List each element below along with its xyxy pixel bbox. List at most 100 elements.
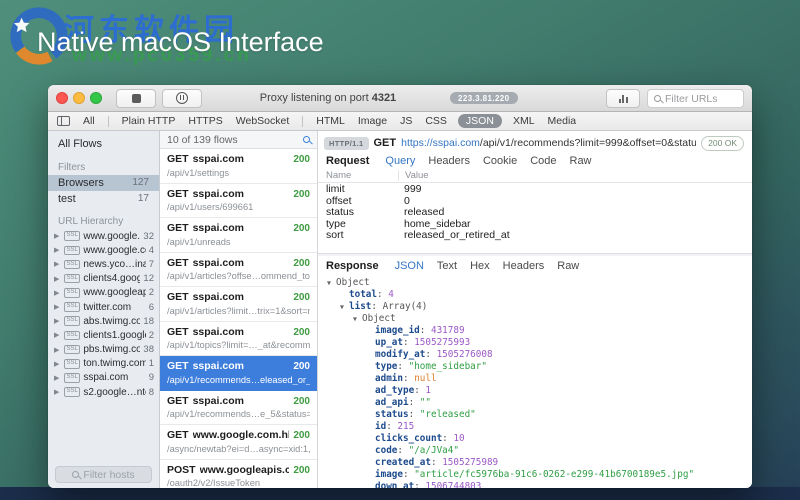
disclosure-triangle-icon[interactable]: ▶ [54, 360, 61, 368]
search-flows-icon[interactable] [303, 136, 310, 143]
sidebar-item-all-flows[interactable]: All Flows [48, 131, 159, 153]
json-value: 1505275993 [414, 336, 471, 348]
request-tab-query[interactable]: Query [385, 155, 415, 167]
sidebar-host-ton-twimg-com[interactable]: ▶ SSL ton.twimg.com 1 [48, 357, 159, 371]
disclosure-triangle-icon[interactable]: ▶ [54, 346, 61, 354]
json-value: "home_sidebar" [408, 360, 487, 372]
sidebar-host-abs-twimg-com[interactable]: ▶SSLabs.twimg.com18 [48, 314, 159, 328]
sidebar-host-www-google-com-hk[interactable]: ▶SSLwww.google.com.hk32 [48, 229, 159, 243]
response-tab-headers[interactable]: Headers [503, 260, 545, 272]
flow-row[interactable]: GET sspai.com 200/api/v1/recommends…e_5&st… [160, 391, 317, 425]
json-key: list [349, 300, 372, 312]
response-tab-hex[interactable]: Hex [470, 260, 490, 272]
sidebar-host-twitter-com[interactable]: ▶ SSL twitter.com 6 [48, 300, 159, 314]
disclosure-triangle-icon[interactable]: ▶ [54, 232, 61, 240]
response-tab-text[interactable]: Text [437, 260, 457, 272]
filter-tab-json[interactable]: JSON [457, 114, 502, 128]
json-colon: : [419, 324, 431, 336]
sidebar-filter-test[interactable]: test 17 [48, 191, 159, 207]
flow-row[interactable]: POSTwww.googleapis.com200/oauth2/v2/Issu… [160, 460, 317, 489]
sidebar-host-www-googleapis-com[interactable]: ▶SSLwww.googleapis.com2 [48, 286, 159, 300]
flow-row[interactable]: GET sspai.com 200/api/v1/articles?limit…tr… [160, 287, 317, 322]
param-value: released_or_retired_at [404, 230, 510, 241]
traffic-light-minimize[interactable] [73, 92, 85, 104]
disclosure-triangle-icon[interactable]: ▶ [54, 374, 61, 382]
expand-arrow-icon[interactable]: ▼ [327, 277, 336, 289]
status-code-badge: 200 OK [701, 135, 744, 151]
host-count: 7 [148, 258, 154, 270]
flow-row[interactable]: GET sspai.com 200/api/v1/users/699661 [160, 184, 317, 218]
expand-arrow-icon[interactable]: ▼ [340, 301, 349, 313]
filter-tab-https[interactable]: HTTPS [188, 115, 222, 127]
json-value: Array(4) [382, 300, 428, 312]
response-section-label[interactable]: Response [326, 260, 379, 272]
traffic-light-zoom[interactable] [90, 92, 102, 104]
sidebar-host-s2-google-ntent-com[interactable]: ▶SSLs2.google…ntent.com8 [48, 385, 159, 399]
ssl-badge: SSL [64, 344, 81, 355]
host-label: news.yco…inator.com [83, 258, 145, 270]
query-param-row[interactable]: offset 0 [318, 195, 752, 208]
json-node-type: Object [336, 276, 370, 288]
sidebar-host-clients1-google-com[interactable]: ▶SSLclients1.google.com2 [48, 328, 159, 342]
sidebar-host-www-google-com[interactable]: ▶SSLwww.google.com4 [48, 243, 159, 257]
filter-tab-image[interactable]: Image [358, 115, 387, 127]
flow-row[interactable]: GET sspai.com 200/api/v1/topics?limit=…_at… [160, 322, 317, 356]
sidebar-filter-browsers[interactable]: Browsers 127 [48, 175, 159, 191]
disclosure-triangle-icon[interactable]: ▶ [54, 246, 61, 254]
request-tab-raw[interactable]: Raw [570, 155, 592, 167]
response-tab-raw[interactable]: Raw [557, 260, 579, 272]
traffic-light-close[interactable] [56, 92, 68, 104]
disclosure-triangle-icon[interactable]: ▶ [54, 388, 61, 396]
json-key: ad_api [375, 396, 409, 408]
request-tab-cookie[interactable]: Cookie [483, 155, 517, 167]
disclosure-triangle-icon[interactable]: ▶ [54, 303, 61, 311]
response-tab-json[interactable]: JSON [395, 260, 424, 272]
filter-tab-html[interactable]: HTML [316, 115, 345, 127]
flow-row[interactable]: GET sspai.com 200/api/v1/unreads [160, 218, 317, 253]
sidebar-host-sspai-com[interactable]: ▶ SSL sspai.com 9 [48, 371, 159, 385]
flow-row[interactable]: GET sspai.com 200/api/v1/articles?offse…om… [160, 253, 317, 287]
pause-capture-button[interactable] [162, 88, 202, 108]
request-tab-headers[interactable]: Headers [428, 155, 470, 167]
flow-row[interactable]: GET sspai.com 200/api/v1/recommends…elease… [160, 356, 317, 391]
flow-method: GET [167, 325, 189, 338]
filter-tab-xml[interactable]: XML [513, 115, 535, 127]
filter-tab-plain-http[interactable]: Plain HTTP [122, 115, 176, 127]
query-table-rows: limit 999 offset 0 status released type home_si… [318, 183, 752, 242]
filter-tab-css[interactable]: CSS [425, 115, 447, 127]
disclosure-triangle-icon[interactable]: ▶ [54, 331, 61, 339]
filter-tab-js[interactable]: JS [400, 115, 412, 127]
sidebar-toggle-icon[interactable] [57, 116, 70, 126]
flow-row[interactable]: GET sspai.com 200/api/v1/settings [160, 149, 317, 184]
stop-capture-button[interactable] [116, 88, 156, 108]
column-header-name: Name [326, 170, 352, 181]
filter-tab-websocket[interactable]: WebSocket [236, 115, 290, 127]
filter-count: 127 [132, 177, 149, 188]
filter-tab-all[interactable]: All [83, 115, 95, 127]
url-hierarchy-list: ▶SSLwww.google.com.hk32▶SSLwww.google.co… [48, 229, 159, 399]
query-param-row[interactable]: status released [318, 206, 752, 219]
request-section-label[interactable]: Request [326, 155, 369, 167]
request-tab-code[interactable]: Code [530, 155, 556, 167]
filter-urls-input[interactable] [665, 92, 737, 105]
query-param-row[interactable]: limit 999 [318, 183, 752, 196]
json-colon: : [425, 348, 437, 360]
expand-arrow-icon[interactable]: ▼ [353, 313, 362, 325]
disclosure-triangle-icon[interactable]: ▶ [54, 275, 61, 283]
flow-path: /api/v1/recommends…eleased_or_retired_at [167, 374, 310, 385]
filter-tab-media[interactable]: Media [548, 115, 577, 127]
disclosure-triangle-icon[interactable]: ▶ [54, 317, 61, 325]
disclosure-triangle-icon[interactable]: ▶ [54, 260, 61, 268]
sidebar-host-clients4-google-com[interactable]: ▶SSLclients4.google.com12 [48, 272, 159, 286]
sidebar-host-news-yco-inator-com[interactable]: ▶SSLnews.yco…inator.com7 [48, 257, 159, 271]
json-colon: : [397, 360, 409, 372]
query-param-row[interactable]: sort released_or_retired_at [318, 229, 752, 242]
query-param-row[interactable]: type home_sidebar [318, 218, 752, 231]
flow-row[interactable]: GET www.google.com.hk 200/async/newtab?ei=… [160, 425, 317, 460]
json-tree-line: total: 4 [327, 289, 752, 301]
filter-urls-field[interactable] [647, 89, 744, 108]
filter-hosts-field[interactable]: Filter hosts [55, 466, 152, 483]
disclosure-triangle-icon[interactable]: ▶ [54, 289, 61, 297]
sidebar-host-pbs-twimg-com[interactable]: ▶SSLpbs.twimg.com38 [48, 343, 159, 357]
statistics-button[interactable] [606, 89, 640, 108]
